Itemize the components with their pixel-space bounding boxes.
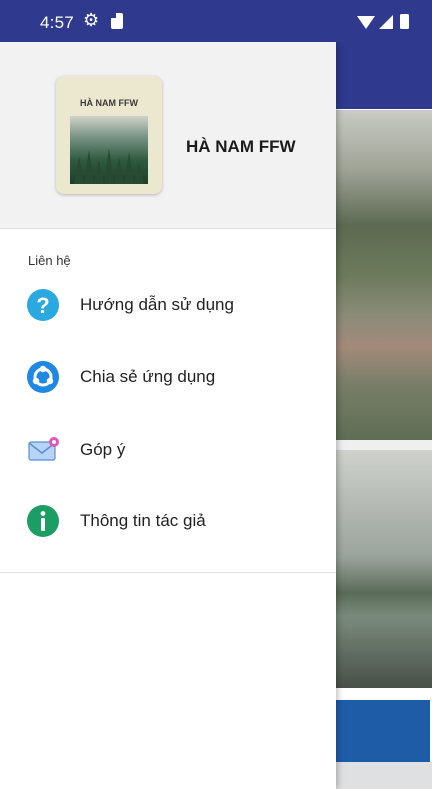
info-icon bbox=[26, 504, 60, 538]
status-icons bbox=[355, 12, 415, 32]
background-separator bbox=[330, 440, 432, 450]
menu-label-share-app: Chia sẻ ứng dụng bbox=[80, 367, 216, 386]
background-button[interactable] bbox=[330, 700, 430, 762]
svg-text:?: ? bbox=[36, 293, 49, 318]
menu-item-author-info[interactable]: Thông tin tác giả bbox=[0, 494, 336, 554]
settings-gear-icon: ⚙ bbox=[83, 10, 100, 30]
status-bar: 4:57 ⚙ bbox=[0, 0, 432, 42]
question-icon: ? bbox=[26, 288, 60, 322]
sd-card-icon bbox=[111, 13, 123, 29]
menu-label-feedback: Góp ý bbox=[80, 440, 126, 459]
wifi-icon bbox=[357, 16, 375, 29]
menu-label-author-info: Thông tin tác giả bbox=[80, 511, 206, 530]
share-icon bbox=[26, 360, 60, 394]
logo-text: HÀ NAM FFW bbox=[80, 98, 138, 108]
background-river-image bbox=[330, 450, 432, 688]
background-landscape-image bbox=[330, 110, 432, 440]
status-time: 4:57 bbox=[40, 13, 74, 32]
app-logo: HÀ NAM FFW bbox=[56, 76, 162, 194]
forest-logo-image bbox=[70, 116, 148, 184]
mail-icon bbox=[26, 433, 60, 467]
battery-icon bbox=[400, 14, 409, 29]
signal-icon bbox=[379, 15, 393, 29]
app-name: HÀ NAM FFW bbox=[186, 137, 296, 156]
section-label-contact: Liên hệ bbox=[28, 253, 71, 268]
menu-item-feedback[interactable]: Góp ý bbox=[0, 423, 336, 483]
menu-item-share-app[interactable]: Chia sẻ ứng dụng bbox=[0, 350, 336, 410]
navigation-drawer: HÀ NAM FFW HÀ NAM FFW Liên hệ ? Hướng dẫ… bbox=[0, 42, 336, 789]
background-footer bbox=[330, 762, 432, 789]
menu-item-user-guide[interactable]: ? Hướng dẫn sử dụng bbox=[0, 278, 336, 338]
menu-divider bbox=[0, 572, 336, 573]
menu-label-user-guide: Hướng dẫn sử dụng bbox=[80, 295, 234, 314]
drawer-header: HÀ NAM FFW HÀ NAM FFW bbox=[0, 42, 336, 229]
